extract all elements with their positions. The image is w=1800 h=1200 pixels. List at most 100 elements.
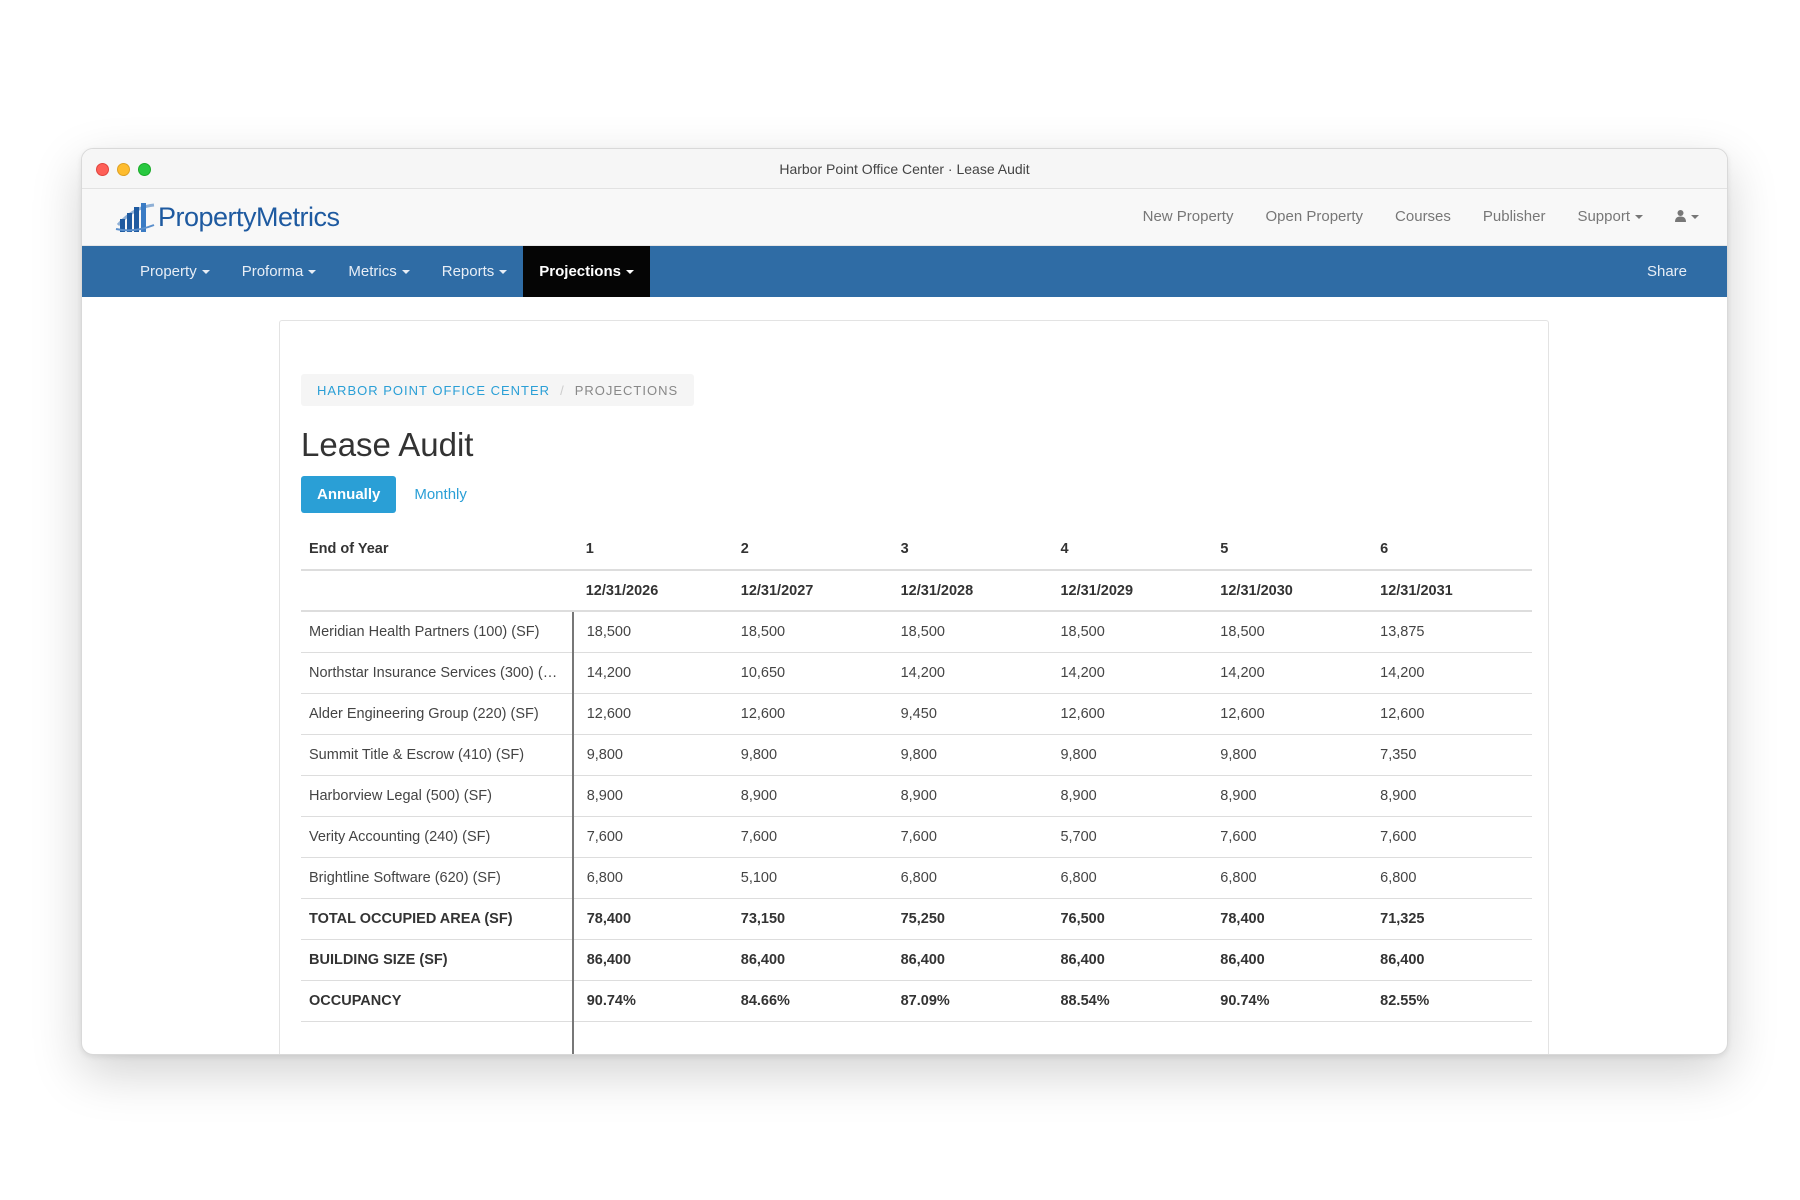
page-title: Lease Audit <box>301 426 474 463</box>
value-cell: 82.55% <box>1372 980 1532 1022</box>
nav-reports[interactable]: Reports <box>426 246 524 297</box>
value-cell: 18,500 <box>732 611 893 653</box>
value-cell: 7,600 <box>572 816 733 858</box>
total-row: TOTAL OCCUPIED AREA (SF) 78,400 73,150 75,2… <box>301 898 1532 940</box>
value-cell: 86,400 <box>1372 939 1532 981</box>
year-header: 4 <box>1052 528 1213 571</box>
nav-metrics[interactable]: Metrics <box>332 246 425 297</box>
value-cell: 8,900 <box>572 775 733 817</box>
chevron-down-icon <box>1691 215 1699 220</box>
spacer-cell <box>1372 1021 1532 1054</box>
lease-audit-table: End of Year 1 2 3 4 5 6 12/31/2026 12/31… <box>301 528 1532 1054</box>
row-label: Summit Title & Escrow (410) (SF) <box>301 734 574 776</box>
value-cell: 86,400 <box>1212 939 1373 981</box>
chevron-down-icon <box>625 270 634 275</box>
value-cell: 86,400 <box>1052 939 1213 981</box>
brand-name: PropertyMetrics <box>158 201 340 232</box>
value-cell: 13,875 <box>1372 611 1532 653</box>
breadcrumb: HARBOR POINT OFFICE CENTER / PROJECTIONS <box>301 374 695 406</box>
value-cell: 88.54% <box>1052 980 1213 1022</box>
value-cell: 75,250 <box>892 898 1053 940</box>
title-bar: Harbor Point Office Center · Lease Audit <box>82 149 1727 189</box>
courses-link[interactable]: Courses <box>1395 208 1451 225</box>
value-cell: 9,800 <box>572 734 733 776</box>
user-icon <box>1675 210 1686 222</box>
share-link[interactable]: Share <box>1647 246 1687 297</box>
value-cell: 9,800 <box>732 734 893 776</box>
breadcrumb-separator: / <box>560 382 565 398</box>
value-cell: 18,500 <box>572 611 733 653</box>
publisher-link[interactable]: Publisher <box>1483 208 1546 225</box>
table-row: Northstar Insurance Services (300) (… 14,… <box>301 652 1532 694</box>
value-cell: 7,600 <box>732 816 893 858</box>
value-cell: 7,600 <box>892 816 1053 858</box>
nav-proforma[interactable]: Proforma <box>226 246 333 297</box>
spacer-cell <box>1212 1021 1372 1054</box>
value-cell: 6,800 <box>572 857 733 899</box>
value-cell: 8,900 <box>732 775 893 817</box>
value-cell: 86,400 <box>732 939 893 981</box>
spacer-cell <box>301 1021 574 1054</box>
value-cell: 14,200 <box>1212 652 1373 694</box>
chevron-down-icon <box>201 270 210 275</box>
year-header: 5 <box>1212 528 1373 571</box>
value-cell: 84.66% <box>732 980 893 1022</box>
value-cell: 86,400 <box>572 939 733 981</box>
value-cell: 14,200 <box>1372 652 1532 694</box>
value-cell: 6,800 <box>1052 857 1213 899</box>
value-cell: 7,600 <box>1372 816 1532 858</box>
table-row: Summit Title & Escrow (410) (SF) 9,800 9,8… <box>301 734 1532 776</box>
row-label: Verity Accounting (240) (SF) <box>301 816 574 858</box>
value-cell: 12,600 <box>1212 693 1373 735</box>
monthly-button[interactable]: Monthly <box>396 476 485 513</box>
value-cell: 8,900 <box>1212 775 1373 817</box>
value-cell: 73,150 <box>732 898 893 940</box>
annually-button[interactable]: Annually <box>301 476 397 513</box>
user-menu[interactable] <box>1675 208 1699 225</box>
spacer-cell <box>1052 1021 1212 1054</box>
empty-header-cell <box>301 570 573 612</box>
value-cell: 18,500 <box>1212 611 1373 653</box>
value-cell: 18,500 <box>892 611 1053 653</box>
value-cell: 71,325 <box>1372 898 1532 940</box>
date-header: 12/31/2027 <box>732 570 893 612</box>
date-header: 12/31/2030 <box>1212 570 1373 612</box>
value-cell: 12,600 <box>572 693 733 735</box>
year-header-row: End of Year 1 2 3 4 5 6 <box>301 528 1532 571</box>
spacer-cell <box>733 1021 893 1054</box>
table-row: Alder Engineering Group (220) (SF) 12,600… <box>301 693 1532 735</box>
value-cell: 7,350 <box>1372 734 1532 776</box>
window-title: Harbor Point Office Center · Lease Audit <box>779 161 1030 177</box>
value-cell: 12,600 <box>732 693 893 735</box>
value-cell: 14,200 <box>892 652 1053 694</box>
date-header: 12/31/2029 <box>1052 570 1213 612</box>
row-label: Northstar Insurance Services (300) (… <box>301 652 574 694</box>
value-cell: 5,100 <box>732 857 893 899</box>
value-cell: 78,400 <box>572 898 733 940</box>
content-panel: HARBOR POINT OFFICE CENTER / PROJECTIONS… <box>279 320 1549 1054</box>
value-cell: 78,400 <box>1212 898 1373 940</box>
value-cell: 18,500 <box>1052 611 1213 653</box>
row-label: Alder Engineering Group (220) (SF) <box>301 693 574 735</box>
support-dropdown[interactable]: Support <box>1577 208 1643 225</box>
date-header: 12/31/2031 <box>1372 570 1532 612</box>
breadcrumb-property-link[interactable]: HARBOR POINT OFFICE CENTER <box>317 383 550 398</box>
nav-projections[interactable]: Projections <box>523 246 650 297</box>
table-body: Meridian Health Partners (100) (SF) 18,50… <box>301 611 1532 1054</box>
value-cell: 76,500 <box>1052 898 1213 940</box>
spacer-cell <box>573 1021 733 1054</box>
new-property-link[interactable]: New Property <box>1143 208 1234 225</box>
brand-logo[interactable]: PropertyMetrics <box>114 199 340 235</box>
spacer-cell <box>893 1021 1053 1054</box>
end-of-year-header: End of Year <box>301 528 573 571</box>
nav-property[interactable]: Property <box>124 246 226 297</box>
value-cell: 8,900 <box>892 775 1053 817</box>
open-property-link[interactable]: Open Property <box>1265 208 1363 225</box>
chevron-down-icon <box>1635 215 1643 220</box>
bar-chart-logo-icon <box>115 203 155 232</box>
value-cell: 12,600 <box>1052 693 1213 735</box>
value-cell: 90.74% <box>1212 980 1373 1022</box>
table-row: Brightline Software (620) (SF) 6,800 5,100… <box>301 857 1532 899</box>
year-header: 3 <box>892 528 1053 571</box>
date-header-row: 12/31/2026 12/31/2027 12/31/2028 12/31/2… <box>301 570 1532 612</box>
